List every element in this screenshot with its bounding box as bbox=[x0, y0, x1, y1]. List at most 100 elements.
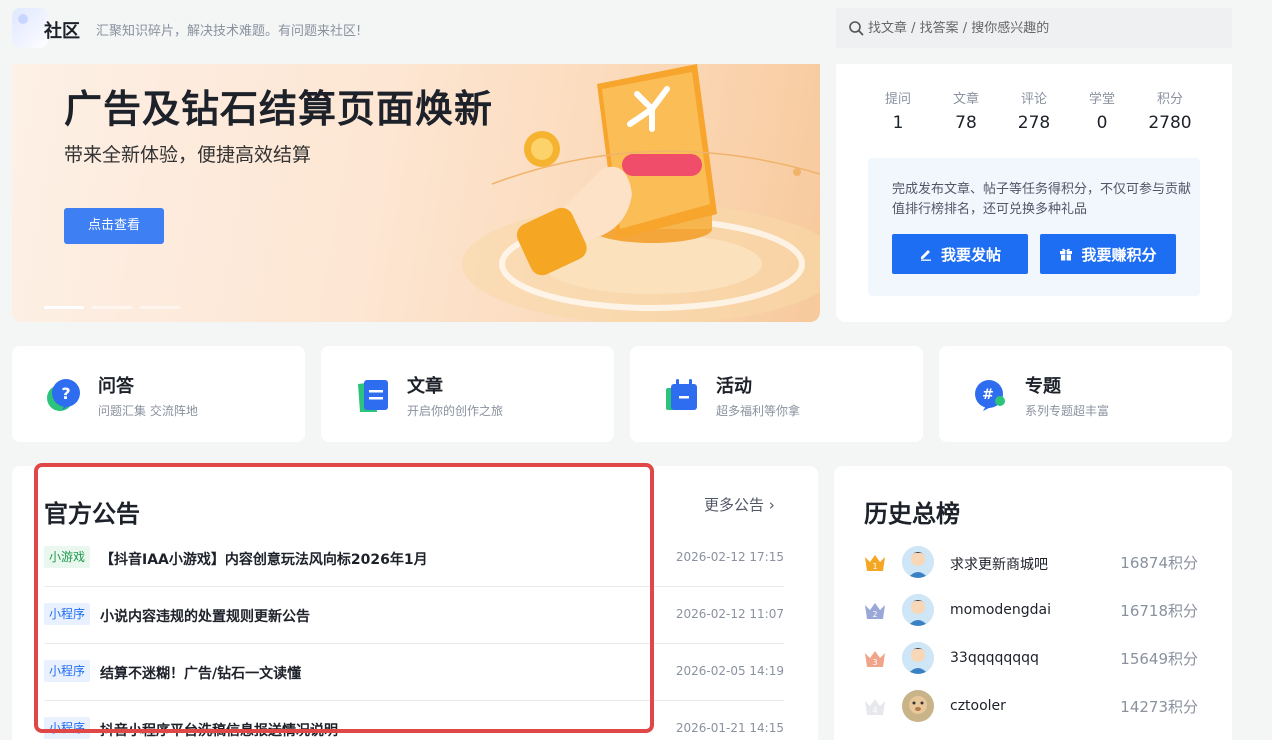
event-icon bbox=[666, 379, 697, 410]
rank-number: 1 bbox=[872, 562, 877, 571]
category-qa[interactable]: ? 问答 问题汇集 交流阵地 bbox=[12, 346, 305, 442]
crown-bronze-icon: 3 bbox=[865, 651, 885, 667]
announcement-row[interactable]: 小游戏 【抖音IAA小游戏】内容创意玩法风向标2026年1月 2026-02-1… bbox=[44, 530, 784, 587]
banner-subtitle: 带来全新体验，便捷高效结算 bbox=[64, 144, 312, 166]
stat-value: 1 bbox=[892, 113, 904, 133]
crown-gold-icon: 1 bbox=[865, 555, 885, 571]
search-icon[interactable] bbox=[848, 20, 864, 36]
stat-label: 学堂 bbox=[1088, 92, 1115, 107]
user-panel: 提问 1 文章 78 评论 278 学堂 0 积分 2780 完成发布文章、帖子… bbox=[836, 64, 1232, 322]
stat-value: 278 bbox=[1017, 113, 1051, 133]
announcement-row[interactable]: 小程序 小说内容违规的处置规则更新公告 2026-02-12 11:07 bbox=[44, 587, 784, 644]
carousel-dot[interactable] bbox=[44, 306, 84, 309]
question-icon: ? bbox=[47, 379, 80, 411]
category-subtitle: 系列专题超丰富 bbox=[1025, 404, 1110, 418]
announcement-tag: 小程序 bbox=[44, 603, 91, 625]
task-description: 完成发布文章、帖子等任务得积分，不仅可参与贡献值排行榜排名，还可兑换多种礼品 bbox=[892, 182, 1192, 217]
search-bar[interactable] bbox=[836, 8, 1232, 48]
ranking-score: 15649积分 bbox=[1120, 650, 1198, 668]
category-subtitle: 超多福利等你拿 bbox=[716, 404, 801, 418]
announcement-tag: 小程序 bbox=[44, 717, 91, 739]
category-subtitle: 问题汇集 交流阵地 bbox=[98, 404, 198, 418]
ranking-score: 14273积分 bbox=[1120, 698, 1198, 716]
category-subtitle: 开启你的创作之旅 bbox=[407, 404, 504, 418]
category-title: 活动 bbox=[716, 376, 752, 397]
category-title: 专题 bbox=[1025, 376, 1061, 397]
stat-questions[interactable]: 提问 1 bbox=[868, 88, 928, 133]
stat-points[interactable]: 积分 2780 bbox=[1140, 88, 1200, 133]
svg-text:?: ? bbox=[61, 384, 70, 403]
stat-academy[interactable]: 学堂 0 bbox=[1072, 88, 1132, 133]
more-announcements-link[interactable]: 更多公告 › bbox=[704, 494, 775, 515]
announcements-title: 官方公告 bbox=[44, 500, 140, 528]
category-articles[interactable]: 文章 开启你的创作之旅 bbox=[321, 346, 614, 442]
ranking-user-name[interactable]: 33qqqqqqqq bbox=[950, 650, 1039, 666]
crown-silver-icon: 2 bbox=[865, 603, 885, 619]
announcement-title[interactable]: 结算不迷糊！广告/钻石一文读懂 bbox=[100, 663, 301, 683]
announcement-date: 2026-01-21 14:15 bbox=[675, 721, 784, 735]
ranking-row[interactable]: 2 momodengdai 16718积分 bbox=[864, 590, 1198, 638]
earn-points-label: 我要赚积分 bbox=[1081, 245, 1157, 264]
rank-number: 4 bbox=[872, 706, 877, 715]
rank-number: 3 bbox=[872, 658, 877, 667]
ranking-user-name[interactable]: momodengdai bbox=[950, 602, 1051, 618]
ranking-title: 历史总榜 bbox=[864, 500, 960, 528]
avatar[interactable] bbox=[902, 594, 934, 626]
carousel-dot[interactable] bbox=[140, 306, 180, 309]
stat-comments[interactable]: 评论 278 bbox=[1004, 88, 1064, 133]
stat-value: 0 bbox=[1096, 113, 1108, 133]
announcement-title[interactable]: 小说内容违规的处置规则更新公告 bbox=[100, 606, 310, 626]
stat-value: 2780 bbox=[1148, 113, 1192, 133]
stat-label: 文章 bbox=[952, 92, 979, 107]
ranking-score: 16718积分 bbox=[1120, 602, 1198, 620]
search-input[interactable] bbox=[868, 8, 1218, 48]
crown-plain-icon: 4 bbox=[865, 699, 885, 715]
gift-icon bbox=[1060, 248, 1073, 261]
announcements-panel: 官方公告 更多公告 › 小游戏 【抖音IAA小游戏】内容创意玩法风向标2026年… bbox=[12, 466, 818, 740]
post-button-label: 我要发帖 bbox=[940, 245, 1001, 264]
announcement-date: 2026-02-05 14:19 bbox=[675, 664, 784, 678]
stat-articles[interactable]: 文章 78 bbox=[936, 88, 996, 133]
header-slogan: 汇聚知识碎片，解决技术难题。有问题来社区! bbox=[96, 24, 362, 39]
stat-label: 积分 bbox=[1156, 92, 1183, 107]
announcement-title[interactable]: 【抖音IAA小游戏】内容创意玩法风向标2026年1月 bbox=[100, 549, 428, 569]
carousel-dot[interactable] bbox=[92, 306, 132, 309]
brand-title[interactable]: 社区 bbox=[44, 17, 80, 43]
svg-text:#: # bbox=[982, 387, 994, 403]
post-button[interactable]: 我要发帖 bbox=[892, 234, 1028, 274]
ranking-score: 16874积分 bbox=[1120, 554, 1198, 572]
ranking-row[interactable]: 1 求求更新商城吧 16874积分 bbox=[864, 542, 1198, 590]
ranking-row[interactable]: 3 33qqqqqqqq 15649积分 bbox=[864, 638, 1198, 686]
stat-label: 提问 bbox=[884, 92, 911, 107]
earn-points-button[interactable]: 我要赚积分 bbox=[1040, 234, 1176, 274]
stat-label: 评论 bbox=[1020, 92, 1047, 107]
task-box: 完成发布文章、帖子等任务得积分，不仅可参与贡献值排行榜排名，还可兑换多种礼品 我… bbox=[868, 158, 1200, 296]
topic-icon: # bbox=[975, 380, 1005, 411]
banner-title: 广告及钻石结算页面焕新 bbox=[64, 87, 494, 131]
category-title: 问答 bbox=[98, 376, 134, 397]
banner-illustration bbox=[462, 64, 820, 322]
avatar[interactable] bbox=[902, 690, 934, 722]
banner-view-button[interactable]: 点击查看 bbox=[64, 208, 164, 244]
avatar[interactable] bbox=[902, 546, 934, 578]
ranking-panel: 历史总榜 1 求求更新商城吧 16874积分 2 momodengdai 167… bbox=[834, 466, 1232, 740]
announcement-date: 2026-02-12 17:15 bbox=[675, 550, 784, 564]
ranking-user-name[interactable]: 求求更新商城吧 bbox=[950, 554, 1048, 574]
category-events[interactable]: 活动 超多福利等你拿 bbox=[630, 346, 923, 442]
promo-banner[interactable]: 广告及钻石结算页面焕新 带来全新体验，便捷高效结算 点击查看 bbox=[12, 64, 820, 322]
announcement-tag: 小游戏 bbox=[44, 546, 91, 568]
carousel-indicators bbox=[44, 294, 188, 313]
article-icon bbox=[358, 380, 388, 412]
announcement-date: 2026-02-12 11:07 bbox=[675, 607, 784, 621]
ranking-row[interactable]: 4 cztooler 14273积分 bbox=[864, 686, 1198, 734]
announcement-row[interactable]: 小程序 抖音小程序平台洗稿信息报送情况说明 2026-01-21 14:15 bbox=[44, 701, 784, 740]
stat-value: 78 bbox=[955, 113, 977, 133]
ranking-user-name[interactable]: cztooler bbox=[950, 698, 1006, 714]
ranking-list: 1 求求更新商城吧 16874积分 2 momodengdai 16718积分 bbox=[864, 542, 1198, 734]
announcement-row[interactable]: 小程序 结算不迷糊！广告/钻石一文读懂 2026-02-05 14:19 bbox=[44, 644, 784, 701]
logo-icon[interactable] bbox=[12, 8, 48, 48]
pencil-icon bbox=[920, 250, 931, 261]
category-topics[interactable]: # 专题 系列专题超丰富 bbox=[939, 346, 1232, 442]
announcement-title[interactable]: 抖音小程序平台洗稿信息报送情况说明 bbox=[100, 720, 338, 740]
avatar[interactable] bbox=[902, 642, 934, 674]
